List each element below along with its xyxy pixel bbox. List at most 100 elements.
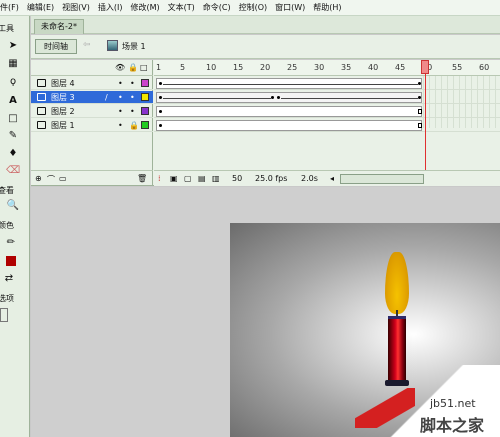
visibility-dot[interactable]: •: [118, 120, 123, 131]
frame-row-layer-3[interactable]: [154, 91, 500, 104]
layer-icon: [37, 93, 46, 101]
frame-row-layer-2[interactable]: [154, 105, 500, 118]
edit-multiple-icon[interactable]: ▤: [198, 174, 206, 183]
add-guide-icon[interactable]: ⌒: [47, 174, 55, 185]
end-frame[interactable]: [418, 123, 422, 128]
add-folder-icon[interactable]: ▭: [59, 174, 67, 183]
layer-color-swatch[interactable]: [141, 79, 149, 87]
layer-name: 图层 4: [51, 79, 75, 88]
zoom-tool-icon[interactable]: 🔍: [6, 198, 20, 212]
visibility-dot[interactable]: •: [118, 78, 123, 89]
rectangle-tool-icon[interactable]: □: [6, 111, 20, 125]
menu-edit[interactable]: 编辑(E): [23, 0, 58, 16]
visibility-dot[interactable]: •: [118, 106, 123, 117]
outline-all-icon[interactable]: □: [140, 63, 148, 72]
menu-control[interactable]: 控制(O): [235, 0, 272, 16]
tween-line: [281, 98, 418, 99]
edit-bar: 时间轴 ⇦ 场景 1: [31, 35, 500, 59]
keyframe[interactable]: [418, 82, 421, 85]
add-layer-icon[interactable]: ⊕: [35, 174, 42, 183]
frame-row-layer-1[interactable]: [154, 119, 500, 132]
stroke-color-icon[interactable]: ✏: [4, 235, 18, 249]
lock-icon[interactable]: 🔒: [129, 120, 139, 131]
playhead-marker[interactable]: [421, 60, 429, 74]
arrow-tool-icon[interactable]: ➤: [6, 38, 20, 52]
layer-name: 图层 3: [51, 93, 75, 102]
scroll-left-icon[interactable]: ◂: [330, 174, 334, 183]
timeline-panel: 👁 🔒 □ 图层 4 • • 图层 3 / • • 图层 2 • • 图层 1 …: [31, 60, 500, 186]
keyframe[interactable]: [277, 96, 280, 99]
brush-tool-icon[interactable]: ✎: [6, 128, 20, 142]
layer-color-swatch[interactable]: [141, 121, 149, 129]
timeline-button[interactable]: 时间轴: [35, 39, 77, 54]
menu-modify[interactable]: 修改(M): [126, 0, 163, 16]
colors-label: 颜色: [0, 221, 14, 230]
keyframe[interactable]: [418, 96, 421, 99]
layer-icon: [37, 79, 46, 87]
paint-bucket-icon[interactable]: ♦: [6, 146, 20, 160]
ruler-label: 60: [479, 63, 490, 72]
frame-span[interactable]: [156, 92, 422, 103]
text-tool-icon[interactable]: A: [6, 93, 20, 107]
menu-help[interactable]: 帮助(H): [309, 0, 345, 16]
lock-all-icon[interactable]: 🔒: [128, 63, 138, 72]
layer-color-swatch[interactable]: [141, 107, 149, 115]
layer-color-swatch[interactable]: [141, 93, 149, 101]
lasso-tool-icon[interactable]: ϙ: [6, 74, 20, 88]
options-label: 选项: [0, 294, 14, 303]
visibility-dot[interactable]: •: [118, 92, 123, 103]
delete-layer-icon[interactable]: 🗑: [137, 174, 147, 183]
option-button-icon[interactable]: [0, 308, 8, 322]
onion-outline-icon[interactable]: ▢: [184, 174, 192, 183]
layer-icon: [37, 107, 46, 115]
fill-transform-icon[interactable]: ▦: [6, 56, 20, 70]
layer-row-1[interactable]: 图层 1 • 🔒: [31, 119, 153, 132]
onion-skin-icon[interactable]: ▣: [170, 174, 178, 183]
watermark-url: jb51.net: [430, 397, 476, 410]
menu-text[interactable]: 文本(T): [164, 0, 199, 16]
menu-window[interactable]: 窗口(W): [271, 0, 309, 16]
center-frame-icon[interactable]: ⁞: [158, 174, 161, 183]
layer-row-4[interactable]: 图层 4 • •: [31, 77, 153, 90]
eraser-tool-icon[interactable]: ⌫: [6, 163, 20, 177]
onion-markers-icon[interactable]: ▥: [212, 174, 220, 183]
back-arrow-icon[interactable]: ⇦: [83, 40, 91, 50]
frame-span[interactable]: [156, 106, 422, 117]
lock-dot[interactable]: •: [130, 78, 135, 89]
layer-row-2[interactable]: 图层 2 • •: [31, 105, 153, 118]
menu-view[interactable]: 视图(V): [58, 0, 94, 16]
document-tab[interactable]: 未命名-2*: [34, 19, 84, 34]
pencil-icon: /: [105, 93, 108, 102]
ruler-label: 40: [368, 63, 379, 72]
fill-color-icon[interactable]: [4, 254, 18, 268]
ruler-label: 1: [156, 63, 162, 72]
menu-file[interactable]: 件(F): [0, 0, 23, 16]
end-frame[interactable]: [418, 109, 422, 114]
ruler-label: 5: [180, 63, 186, 72]
keyframe[interactable]: [159, 110, 162, 113]
horizontal-scrollbar[interactable]: [340, 174, 424, 184]
ruler-label: 35: [341, 63, 352, 72]
current-frame: 50: [232, 174, 243, 183]
keyframe[interactable]: [159, 96, 162, 99]
watermark-logo: [355, 388, 415, 428]
candle-flame[interactable]: [385, 252, 409, 314]
frame-span[interactable]: [156, 120, 422, 131]
lock-dot[interactable]: •: [130, 92, 135, 103]
layer-row-3[interactable]: 图层 3 / • •: [31, 91, 153, 104]
keyframe[interactable]: [159, 124, 162, 127]
swap-colors-icon[interactable]: ⇄: [2, 271, 16, 285]
frame-row-layer-4[interactable]: [154, 77, 500, 90]
menu-insert[interactable]: 插入(I): [94, 0, 127, 16]
show-hide-icon[interactable]: 👁: [115, 63, 125, 72]
frame-ruler[interactable]: 1 5 10 15 20 25 30 35 40 45 50 55 60: [154, 60, 500, 76]
menu-commands[interactable]: 命令(C): [199, 0, 235, 16]
ruler-label: 25: [287, 63, 298, 72]
keyframe[interactable]: [271, 96, 274, 99]
frame-span[interactable]: [156, 78, 422, 89]
toolbox: 工具 ➤ ▦ ϙ A □ ✎ ♦ ⌫ 查看 🔍 颜色 ✏ ⇄ 选项: [0, 16, 30, 437]
scene-icon: [107, 40, 118, 51]
lock-dot[interactable]: •: [130, 106, 135, 117]
keyframe[interactable]: [159, 82, 162, 85]
layer-footer: ⊕ ⌒ ▭ 🗑: [31, 170, 153, 186]
